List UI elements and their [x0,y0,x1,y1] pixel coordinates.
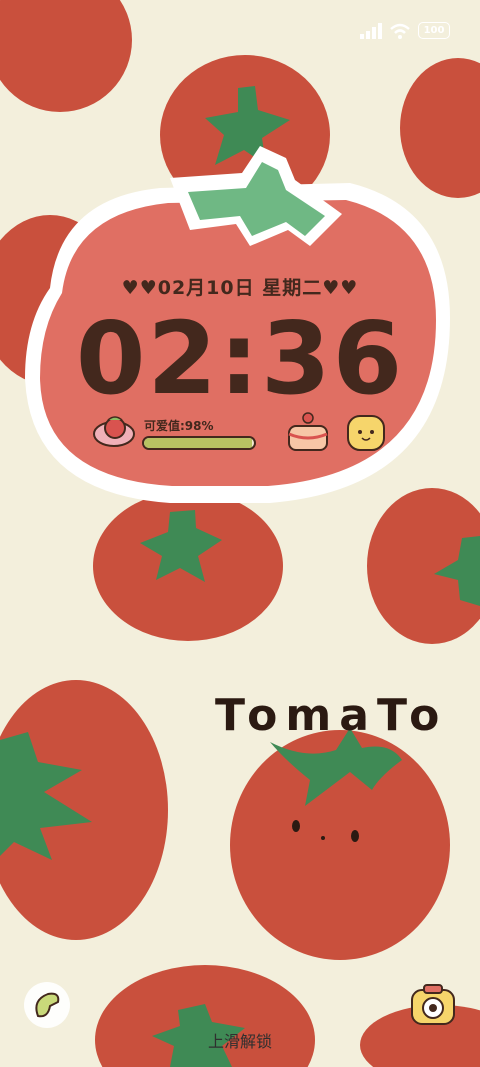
tomato-wordmark: TomaTo [215,690,447,741]
planet-sticker-icon [93,416,135,447]
battery-indicator: 100 [418,22,450,39]
tomato-wordmark-text: TomaTo [215,690,447,741]
cute-value-progress [142,436,256,450]
cake-icon [288,412,328,451]
bean-sticker-icon [24,982,70,1028]
wifi-icon [390,23,410,39]
camera-shortcut-button[interactable] [410,982,456,1028]
camera-icon [411,984,455,1025]
toast-icon [347,415,385,451]
cute-value-label: 可爱值:98% [144,419,214,433]
lock-time: 02:36 [75,300,405,417]
cellular-signal-icon [360,22,382,39]
left-shortcut-button[interactable] [24,982,70,1028]
cute-value-fill [144,438,252,448]
lock-date: ♥♥02月10日 星期二♥♥ [121,277,359,299]
swipe-to-unlock-hint[interactable]: 上滑解锁 [0,1028,480,1052]
status-bar: 100 [360,22,450,39]
